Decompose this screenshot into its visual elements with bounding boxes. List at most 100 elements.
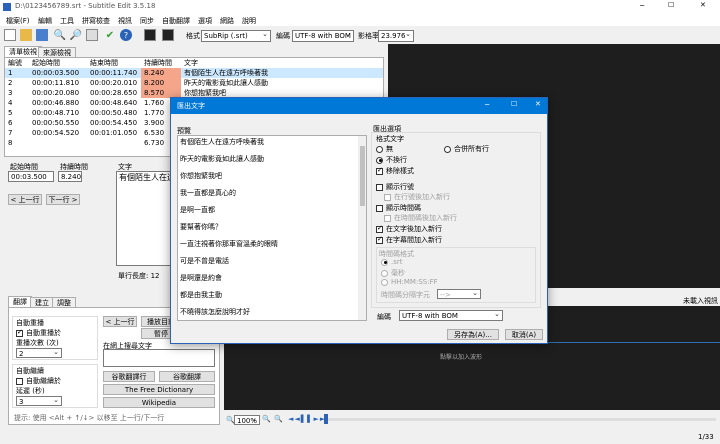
menu-bar: 檔案(F) 編輯 工具 拼寫檢查 視訊 同步 自動翻譯 選項 網路 說明: [0, 14, 720, 26]
preview-line: 你想抱緊我吧: [180, 172, 222, 180]
fps-select[interactable]: 23.976: [378, 30, 414, 42]
new-file-icon[interactable]: [4, 29, 16, 41]
col-end[interactable]: 結束時間: [87, 58, 141, 68]
format-text-label: 格式文字: [376, 135, 404, 143]
replace-icon[interactable]: 🔎: [70, 29, 82, 41]
newline-after-timecodes-checkbox[interactable]: 在時間碼後加入新行: [384, 213, 457, 223]
duration-input[interactable]: 8.240: [58, 171, 82, 182]
search-web-input[interactable]: [103, 349, 215, 367]
title-bar: D:\0123456789.srt - Subtitle Edit 3.5.18…: [0, 0, 720, 14]
radio-tc-ms[interactable]: 毫秒: [381, 268, 405, 278]
preview-line: 昨天的電影竟如此讓人感動: [180, 155, 264, 163]
help-icon[interactable]: ?: [120, 29, 132, 41]
scrollbar-thumb[interactable]: [360, 146, 365, 206]
show-timecodes-checkbox[interactable]: 顯示時間碼: [376, 203, 421, 213]
preview-line: 是啊一直都: [180, 206, 215, 214]
menu-video[interactable]: 視訊: [118, 16, 132, 26]
waveform-toolbar-icons[interactable]: ◄◄▌▌►►: [288, 415, 326, 423]
next-line-button[interactable]: 下一行 >: [46, 194, 80, 205]
tab-create[interactable]: 建立: [30, 297, 54, 307]
cancel-button[interactable]: 取消(A): [505, 329, 543, 340]
menu-network[interactable]: 網路: [220, 16, 234, 26]
dialog-encoding-select[interactable]: UTF-8 with BOM: [399, 310, 503, 321]
prev-line-button[interactable]: < 上一行: [8, 194, 42, 205]
waveform-toggle-icon[interactable]: [162, 29, 174, 41]
col-text[interactable]: 文字: [181, 58, 383, 68]
col-number[interactable]: 編號: [5, 58, 29, 68]
tab-source-view[interactable]: 來源檢視: [38, 47, 76, 57]
delay-select[interactable]: 3: [16, 396, 62, 406]
remove-style-checkbox[interactable]: 移除樣式: [376, 166, 414, 176]
newline-after-text-checkbox[interactable]: 在文字後加入新行: [376, 224, 442, 234]
col-start[interactable]: 起始時間: [29, 58, 87, 68]
tc-separator-label: 時間碼分隔字元: [381, 291, 430, 299]
newline-after-numbers-checkbox[interactable]: 在行號後加入新行: [384, 192, 450, 202]
repeat-count-label: 重播次數 (次): [16, 339, 59, 347]
preview-line: 一直注視著你那車窗溫柔的眼睛: [180, 240, 278, 248]
position-slider[interactable]: [324, 418, 716, 421]
export-options-group: 格式文字 無 合併所有行 不換行 移除樣式 顯示行號 在行號後加入新行 顯示時間…: [371, 132, 541, 308]
auto-continue-group: 自動繼續 自動繼續於 延遲 (秒) 3: [12, 364, 98, 408]
dialog-encoding-label: 編碼: [377, 313, 391, 321]
dialog-close-icon[interactable]: ✕: [535, 100, 541, 108]
radio-tc-hhmmss[interactable]: HH:MM:SS:FF: [381, 278, 438, 286]
radio-merge-all[interactable]: 合併所有行: [444, 144, 489, 154]
checkmark-icon[interactable]: ✔: [104, 29, 116, 41]
tab-list-view[interactable]: 清單檢視: [4, 46, 42, 57]
radio-none[interactable]: 無: [376, 144, 393, 154]
col-duration[interactable]: 持續時間: [141, 58, 181, 68]
tab-translate[interactable]: 翻譯: [8, 296, 32, 307]
save-icon[interactable]: [36, 29, 48, 41]
newline-between-lines-checkbox[interactable]: 在字幕間加入新行: [376, 235, 442, 245]
auto-continue-checkbox[interactable]: 自動繼續於: [16, 376, 61, 386]
preview-box[interactable]: 有個陌生人在遠方呼喚著我 昨天的電影竟如此讓人感動 你想抱緊我吧 我一直都是真心…: [177, 135, 367, 321]
show-line-numbers-checkbox[interactable]: 顯示行號: [376, 182, 414, 192]
line-length-label: 單行長度: 12: [118, 272, 160, 280]
video-toggle-icon[interactable]: [144, 29, 156, 41]
prev-line-small-button[interactable]: < 上一行: [103, 316, 137, 327]
menu-autotranslate[interactable]: 自動翻譯: [162, 16, 190, 26]
encoding-select[interactable]: UTF-8 with BOM: [292, 30, 354, 42]
repeat-count-select[interactable]: 2: [16, 348, 62, 358]
fix-errors-icon[interactable]: [86, 29, 98, 41]
menu-help[interactable]: 說明: [242, 16, 256, 26]
wikipedia-button[interactable]: Wikipedia: [103, 397, 215, 408]
preview-line: 我一直都是真心的: [180, 189, 236, 197]
start-time-input[interactable]: 00:03.500: [8, 171, 54, 182]
tc-separator-select[interactable]: -->: [437, 289, 481, 299]
zoom-out-icon[interactable]: 🔍: [262, 415, 271, 423]
table-row[interactable]: 1 00:00:03.500 00:00:11.740 8.240 有個陌生人在遠方呼喚…: [5, 68, 383, 78]
auto-repeat-checkbox[interactable]: 自動重播於: [16, 328, 61, 338]
encoding-label: 編碼: [276, 32, 290, 40]
preview-line: 要幫著你嗎？: [180, 223, 222, 231]
slider-thumb[interactable]: [324, 414, 328, 424]
format-select[interactable]: SubRip (.srt): [201, 30, 271, 42]
save-as-button[interactable]: 另存為(A)...: [447, 329, 499, 340]
menu-options[interactable]: 選項: [198, 16, 212, 26]
menu-edit[interactable]: 編輯: [38, 16, 52, 26]
maximize-icon[interactable]: ☐: [668, 1, 674, 9]
table-row[interactable]: 2 00:00:11.810 00:00:20.010 8.200 昨天的電影竟如此讓人…: [5, 78, 383, 88]
menu-file[interactable]: 檔案(F): [6, 16, 30, 26]
google-translate-button[interactable]: 谷歌翻譯: [159, 371, 215, 382]
preview-scrollbar[interactable]: [358, 136, 366, 320]
free-dictionary-button[interactable]: The Free Dictionary: [103, 384, 215, 395]
dialog-maximize-icon[interactable]: ☐: [511, 100, 517, 108]
radio-tc-srt[interactable]: .srt: [381, 258, 403, 266]
toolbar: 🔍 🔎 ✔ ? 格式 SubRip (.srt) 編碼 UTF-8 with B…: [0, 26, 720, 44]
zoom-in-icon[interactable]: 🔍: [274, 415, 283, 423]
minimize-icon[interactable]: ─: [640, 2, 644, 10]
menu-spellcheck[interactable]: 拼寫檢查: [82, 16, 110, 26]
close-icon[interactable]: ✕: [700, 1, 706, 9]
menu-sync[interactable]: 同步: [140, 16, 154, 26]
google-translate-line-button[interactable]: 谷歌翻譯行: [103, 371, 155, 382]
zoom-select[interactable]: 100%: [234, 415, 260, 425]
menu-tools[interactable]: 工具: [60, 16, 74, 26]
tab-adjust[interactable]: 調整: [52, 297, 76, 307]
open-folder-icon[interactable]: [20, 29, 32, 41]
export-text-dialog: 匯出文字 ─ ☐ ✕ 預覽 有個陌生人在遠方呼喚著我 昨天的電影竟如此讓人感動 …: [170, 97, 548, 344]
search-icon[interactable]: 🔍: [54, 29, 66, 41]
dialog-minimize-icon[interactable]: ─: [485, 101, 489, 109]
dialog-title-bar: 匯出文字 ─ ☐ ✕: [171, 98, 547, 114]
radio-unbreak[interactable]: 不換行: [376, 155, 407, 165]
